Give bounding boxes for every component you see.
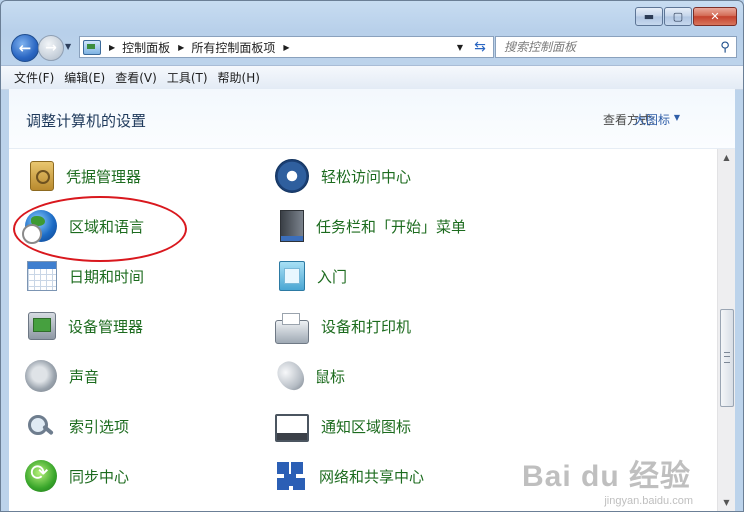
watermark-logo: Bai du 经验 xyxy=(521,460,691,493)
navigation-bar: ← → ▼ ▶ 控制面板 ▶ 所有控制面板项 ▶ ▼ ⇆ ⚲ xyxy=(9,34,737,62)
magnifier-icon xyxy=(25,410,57,442)
scroll-thumb[interactable] xyxy=(720,309,734,407)
item-date-time[interactable]: 日期和时间 xyxy=(25,256,144,296)
breadcrumb-separator-icon[interactable]: ▶ xyxy=(109,43,115,52)
vertical-scrollbar[interactable]: ▲ ▼ xyxy=(717,149,735,511)
address-dropdown-icon[interactable]: ▼ xyxy=(452,37,468,57)
menu-edit[interactable]: 编辑(E) xyxy=(59,69,110,86)
scroll-down-icon[interactable]: ▼ xyxy=(718,494,735,511)
item-devices-printers[interactable]: 设备和打印机 xyxy=(275,306,411,346)
menu-tools[interactable]: 工具(T) xyxy=(162,69,213,86)
network-icon xyxy=(275,460,307,492)
mouse-icon xyxy=(272,356,310,396)
recent-pages-dropdown-icon[interactable]: ▼ xyxy=(65,42,71,51)
menu-file[interactable]: 文件(F) xyxy=(9,69,59,86)
menu-view[interactable]: 查看(V) xyxy=(110,69,162,86)
item-label[interactable]: 设备管理器 xyxy=(68,316,143,337)
menu-help[interactable]: 帮助(H) xyxy=(213,69,265,86)
item-label[interactable]: 凭据管理器 xyxy=(66,166,141,187)
search-icon[interactable]: ⚲ xyxy=(714,40,736,55)
refresh-button[interactable]: ⇆ xyxy=(467,36,494,58)
content-header: 调整计算机的设置 查看方式: 大图标 ▼ xyxy=(9,89,735,149)
getting-started-icon xyxy=(279,261,305,291)
watermark-url: jingyan.baidu.com xyxy=(604,495,693,507)
item-device-manager[interactable]: 设备管理器 xyxy=(25,306,143,346)
view-by-dropdown[interactable]: 大图标 xyxy=(634,111,670,128)
item-label[interactable]: 网络和共享中心 xyxy=(319,466,424,487)
printer-icon xyxy=(275,313,309,344)
item-label[interactable]: 同步中心 xyxy=(69,466,129,487)
item-label[interactable]: 轻松访问中心 xyxy=(321,166,411,187)
item-label[interactable]: 任务栏和「开始」菜单 xyxy=(316,216,466,237)
control-panel-icon xyxy=(83,39,101,55)
breadcrumb-all-items[interactable]: 所有控制面板项 xyxy=(191,39,275,56)
taskbar-icon xyxy=(280,210,304,242)
item-credential-manager[interactable]: 凭据管理器 xyxy=(25,156,141,196)
grip-icon xyxy=(724,352,730,363)
item-sync-center[interactable]: 同步中心 xyxy=(25,456,129,496)
item-indexing-options[interactable]: 索引选项 xyxy=(25,406,129,446)
control-panel-window: ▬ ▢ ✕ ← → ▼ ▶ 控制面板 ▶ 所有控制面板项 ▶ ▼ ⇆ ⚲ 文件(… xyxy=(0,0,744,512)
maximize-button[interactable]: ▢ xyxy=(664,7,692,26)
item-label[interactable]: 通知区域图标 xyxy=(321,416,411,437)
speaker-icon xyxy=(25,360,57,392)
notification-area-icon xyxy=(275,413,309,442)
search-input[interactable] xyxy=(496,39,714,55)
item-taskbar-start-menu[interactable]: 任务栏和「开始」菜单 xyxy=(275,206,466,246)
item-sound[interactable]: 声音 xyxy=(25,356,99,396)
item-label[interactable]: 入门 xyxy=(317,266,347,287)
highlight-ellipse xyxy=(13,196,187,262)
search-box[interactable]: ⚲ xyxy=(495,36,737,58)
page-title: 调整计算机的设置 xyxy=(26,112,147,130)
breadcrumb-separator-icon[interactable]: ▶ xyxy=(283,43,289,52)
address-bar[interactable]: ▶ 控制面板 ▶ 所有控制面板项 ▶ ▼ xyxy=(79,36,469,58)
caption-buttons: ▬ ▢ ✕ xyxy=(635,7,737,26)
device-manager-icon xyxy=(28,312,56,340)
item-notification-icons[interactable]: 通知区域图标 xyxy=(275,406,411,446)
item-ease-of-access[interactable]: 轻松访问中心 xyxy=(275,156,411,196)
minimize-button[interactable]: ▬ xyxy=(635,7,663,26)
credential-vault-icon xyxy=(30,161,54,191)
forward-arrow-icon: → xyxy=(45,40,57,56)
back-button[interactable]: ← xyxy=(11,34,39,62)
item-label[interactable]: 日期和时间 xyxy=(69,266,144,287)
menu-bar: 文件(F) 编辑(E) 查看(V) 工具(T) 帮助(H) xyxy=(1,65,743,90)
item-getting-started[interactable]: 入门 xyxy=(275,256,347,296)
item-label[interactable]: 声音 xyxy=(69,366,99,387)
item-mouse[interactable]: 鼠标 xyxy=(272,356,345,396)
breadcrumb-separator-icon[interactable]: ▶ xyxy=(178,43,184,52)
back-arrow-icon: ← xyxy=(18,39,32,57)
scroll-up-icon[interactable]: ▲ xyxy=(718,149,735,166)
item-network-sharing[interactable]: 网络和共享中心 xyxy=(275,456,424,496)
breadcrumb-control-panel[interactable]: 控制面板 xyxy=(122,39,170,56)
forward-button[interactable]: → xyxy=(38,35,64,61)
refresh-icon: ⇆ xyxy=(474,39,486,55)
calendar-clock-icon xyxy=(27,261,57,291)
item-label[interactable]: 索引选项 xyxy=(69,416,129,437)
view-by-arrow-icon[interactable]: ▼ xyxy=(674,113,680,122)
ease-of-access-icon xyxy=(275,159,309,193)
content-pane: 调整计算机的设置 查看方式: 大图标 ▼ 凭据管理器 区域和语言 日期和时间 设… xyxy=(9,89,735,511)
item-label[interactable]: 鼠标 xyxy=(315,366,345,387)
close-button[interactable]: ✕ xyxy=(693,7,737,26)
sync-icon xyxy=(25,460,57,492)
item-label[interactable]: 设备和打印机 xyxy=(321,316,411,337)
